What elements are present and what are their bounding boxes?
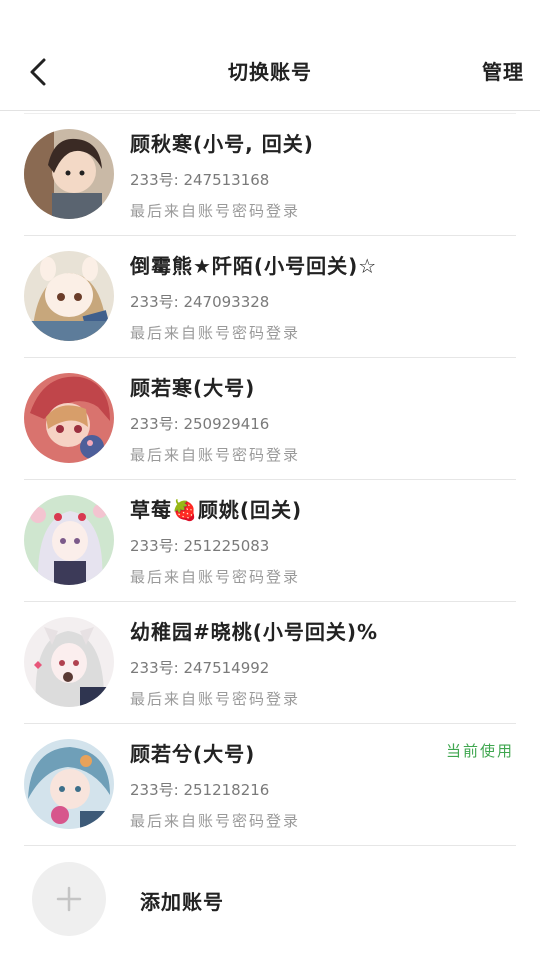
manage-button[interactable]: 管理 (482, 56, 524, 85)
avatar (24, 495, 114, 585)
current-account-badge: 当前使用 (445, 742, 514, 760)
login-method: 最后来自账号密码登录 (130, 690, 301, 708)
account-row[interactable]: 顾若寒(大号) 233号: 250929416 最后来自账号密码登录 (24, 358, 516, 480)
account-row[interactable]: 顾秋寒(小号, 回关) 233号: 247513168 最后来自账号密码登录 (24, 113, 516, 236)
account-uid: 233号: 247514992 (130, 659, 270, 677)
add-account-icon-circle (32, 862, 106, 936)
account-uid: 233号: 247093328 (130, 293, 270, 311)
login-method: 最后来自账号密码登录 (130, 812, 301, 830)
account-name: 幼稚园#晓桃(小号回关)% (130, 620, 379, 644)
login-method: 最后来自账号密码登录 (130, 446, 301, 464)
login-method: 最后来自账号密码登录 (130, 568, 301, 586)
account-row[interactable]: 幼稚园#晓桃(小号回关)% 233号: 247514992 最后来自账号密码登录 (24, 602, 516, 724)
account-name: 顾若兮(大号) (130, 742, 256, 766)
account-name: 顾秋寒(小号, 回关) (130, 132, 314, 156)
add-account-button[interactable]: 添加账号 (32, 862, 512, 938)
avatar (24, 251, 114, 341)
account-name: 倒霉熊★阡陌(小号回关)☆ (130, 254, 378, 278)
plus-icon (56, 886, 82, 912)
account-uid: 233号: 247513168 (130, 171, 270, 189)
account-uid: 233号: 251225083 (130, 537, 270, 555)
account-name: 草莓🍓顾姚(回关) (130, 498, 303, 522)
avatar (24, 129, 114, 219)
account-row[interactable]: 草莓🍓顾姚(回关) 233号: 251225083 最后来自账号密码登录 (24, 480, 516, 602)
login-method: 最后来自账号密码登录 (130, 324, 301, 342)
top-navigation-bar: 切换账号 管理 (0, 0, 540, 111)
account-row-current[interactable]: 顾若兮(大号) 当前使用 233号: 251218216 最后来自账号密码登录 (24, 724, 516, 846)
avatar (24, 617, 114, 707)
account-list: 顾秋寒(小号, 回关) 233号: 247513168 最后来自账号密码登录 倒… (24, 113, 516, 846)
avatar (24, 739, 114, 829)
login-method: 最后来自账号密码登录 (130, 202, 301, 220)
account-uid: 233号: 251218216 (130, 781, 270, 799)
account-row[interactable]: 倒霉熊★阡陌(小号回关)☆ 233号: 247093328 最后来自账号密码登录 (24, 236, 516, 358)
account-uid: 233号: 250929416 (130, 415, 270, 433)
avatar (24, 373, 114, 463)
account-name: 顾若寒(大号) (130, 376, 256, 400)
page-title: 切换账号 (228, 60, 312, 84)
add-account-label: 添加账号 (140, 890, 224, 914)
